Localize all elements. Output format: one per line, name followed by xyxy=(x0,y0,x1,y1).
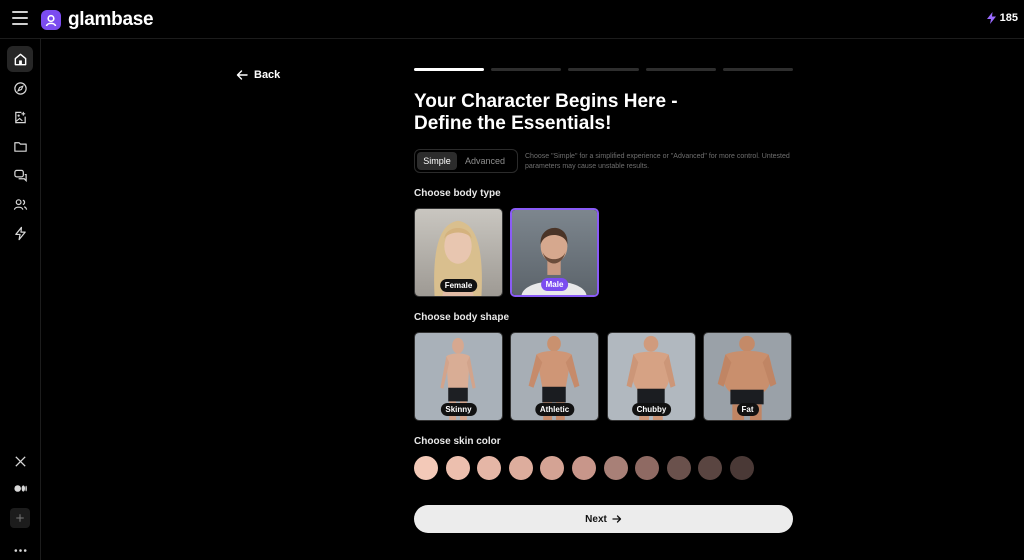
skinny-card-label: Skinny xyxy=(440,403,477,416)
lightning-icon xyxy=(986,12,996,24)
skin-color-swatch[interactable] xyxy=(414,456,438,480)
fat-card-label: Fat xyxy=(736,403,759,416)
arrow-left-icon xyxy=(236,70,248,80)
sidebar xyxy=(0,39,41,560)
male-card-label: Male xyxy=(540,278,569,291)
users-icon xyxy=(13,198,27,210)
body-type-female-card[interactable]: Female xyxy=(414,208,503,297)
menu-icon[interactable] xyxy=(12,11,28,25)
plus-icon xyxy=(16,514,24,522)
sidebar-item-explore[interactable] xyxy=(7,75,33,101)
body-shape-label: Choose body shape xyxy=(414,312,510,323)
mode-simple-button[interactable]: Simple xyxy=(417,152,457,170)
logo-icon xyxy=(41,10,61,30)
chat-icon xyxy=(13,169,27,182)
more-icon xyxy=(14,548,26,552)
progress-step-2 xyxy=(491,68,562,71)
athletic-card-label: Athletic xyxy=(534,403,575,416)
credits-counter[interactable]: 185 xyxy=(986,12,1018,24)
body-type-male-card[interactable]: Male xyxy=(510,208,599,297)
sidebar-item-image-editor[interactable] xyxy=(7,104,33,130)
home-icon xyxy=(14,53,26,65)
sidebar-item-characters[interactable] xyxy=(7,191,33,217)
x-social-icon xyxy=(14,455,26,467)
arrow-right-icon xyxy=(612,515,621,523)
more-button[interactable] xyxy=(7,537,33,560)
image-edit-icon xyxy=(14,111,26,123)
credits-value: 185 xyxy=(999,12,1018,24)
back-label: Back xyxy=(254,69,281,81)
skin-color-swatch[interactable] xyxy=(698,456,723,480)
chubby-card-label: Chubby xyxy=(631,403,672,416)
skin-color-swatch[interactable] xyxy=(572,456,596,480)
progress-step-5 xyxy=(722,68,794,71)
mode-toggle: Simple Advanced xyxy=(414,149,518,173)
skin-color-swatch[interactable] xyxy=(508,456,533,480)
body-type-label: Choose body type xyxy=(414,188,501,199)
sidebar-item-credits[interactable] xyxy=(7,220,33,246)
page-title: Your Character Begins Here - Define the … xyxy=(414,91,678,134)
lightning-icon xyxy=(14,226,26,240)
progress-step-1 xyxy=(414,68,485,71)
sidebar-item-folders[interactable] xyxy=(7,133,33,159)
app-name: glambase xyxy=(68,9,154,30)
skin-color-swatch[interactable] xyxy=(730,456,754,480)
next-button[interactable]: Next xyxy=(414,505,793,533)
skin-color-swatch[interactable] xyxy=(603,456,628,480)
medium-icon xyxy=(13,484,27,492)
female-card-label: Female xyxy=(439,279,478,292)
top-bar: glambase 185 xyxy=(0,0,1024,39)
progress-step-3 xyxy=(568,68,639,71)
sidebar-item-chat[interactable] xyxy=(7,162,33,188)
back-button[interactable]: Back xyxy=(236,69,280,81)
mode-hint-text: Choose "Simple" for a simplified experie… xyxy=(525,153,790,170)
x-social-link[interactable] xyxy=(7,448,33,474)
skin-color-swatch[interactable] xyxy=(477,456,502,480)
body-shape-fat-card[interactable]: Fat xyxy=(703,332,792,421)
medium-link[interactable] xyxy=(7,475,33,501)
body-shape-athletic-card[interactable]: Athletic xyxy=(510,332,599,421)
body-shape-chubby-card[interactable]: Chubby xyxy=(607,332,696,421)
logo[interactable]: glambase xyxy=(41,9,154,31)
next-label: Next xyxy=(585,513,607,525)
sidebar-item-home[interactable] xyxy=(7,46,33,72)
skin-color-swatch[interactable] xyxy=(445,456,470,480)
step-progress xyxy=(414,68,794,72)
body-shape-skinny-card[interactable]: Skinny xyxy=(414,332,503,421)
skin-color-swatch[interactable] xyxy=(666,456,691,480)
folder-icon xyxy=(13,141,27,152)
compass-icon xyxy=(13,81,27,95)
skin-color-swatch[interactable] xyxy=(635,456,660,480)
skin-color-label: Choose skin color xyxy=(414,436,501,447)
progress-step-4 xyxy=(645,68,716,71)
skin-color-swatch[interactable] xyxy=(540,456,565,480)
add-button[interactable] xyxy=(10,508,30,528)
mode-advanced-button[interactable]: Advanced xyxy=(457,152,513,170)
